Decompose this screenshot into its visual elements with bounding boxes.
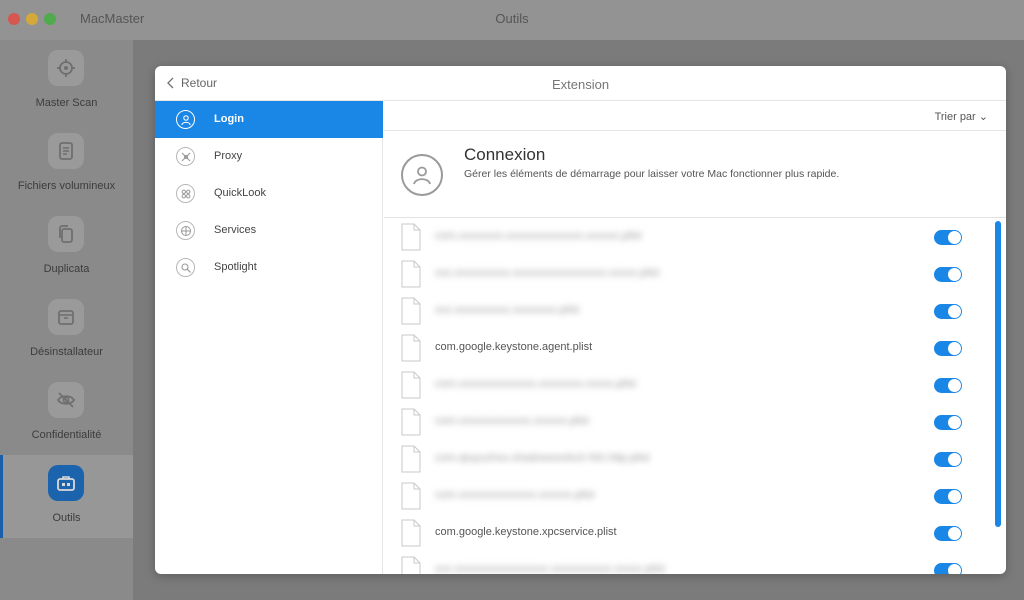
section-title: Connexion (464, 145, 546, 164)
login-items-content: Trier par ⌄ Connexion Gérer les éléments… (384, 101, 1006, 574)
quicklook-icon (176, 184, 195, 203)
sidebar-item-label: Master Scan (35, 97, 98, 109)
eye-off-icon (48, 382, 84, 418)
nav-item-label: Proxy (214, 150, 243, 162)
file-name: xxx.xxxxxxxxxx.xxxxxxxxxxxxxxxxx.xxxxx.p… (435, 267, 660, 279)
section-header: Connexion Gérer les éléments de démarrag… (384, 131, 1006, 218)
enable-toggle[interactable] (934, 341, 962, 356)
copy-icon (48, 216, 84, 252)
sort-dropdown[interactable]: Trier par ⌄ (935, 110, 988, 123)
enable-toggle[interactable] (934, 563, 962, 574)
document-icon (48, 133, 84, 169)
sidebar-item-label: Confidentialité (31, 429, 102, 441)
scrollbar[interactable] (995, 221, 1001, 527)
enable-toggle[interactable] (934, 267, 962, 282)
sidebar-item-uninstaller[interactable]: Désinstallateur (0, 289, 133, 372)
file-name: xxx.xxxxxxxxxx.xxxxxxxx.plist (435, 304, 580, 316)
proxy-icon (176, 147, 195, 166)
sort-bar: Trier par ⌄ (384, 101, 1006, 131)
file-icon (401, 334, 421, 362)
list-item: com.xxxxxxxxxxxxxx.xxxxxxxx.xxxxx.plist (384, 367, 994, 404)
list-item: com.xxxxxxxxxxxxxx.xxxxxx.plist (384, 478, 994, 515)
file-icon (401, 445, 421, 473)
nav-item-label: Login (214, 113, 244, 125)
file-icon (401, 519, 421, 547)
file-name: com.qiuyuzhou.shadowsocksX-NG.http.plist (435, 452, 650, 464)
file-name: com.google.keystone.xpcservice.plist (435, 526, 617, 538)
sidebar-item-large-files[interactable]: Fichiers volumineux (0, 123, 133, 206)
target-icon (48, 50, 84, 86)
login-items-list: com.xxxxxxxx.xxxxxxxxxxxxxx.xxxxxx.plist… (384, 219, 1006, 574)
search-icon (176, 258, 195, 277)
file-name: com.xxxxxxxxxxxxxx.xxxxxxxx.xxxxx.plist (435, 378, 637, 390)
sidebar-item-tools[interactable]: Outils (0, 455, 133, 538)
nav-item-spotlight[interactable]: Spotlight (155, 249, 383, 286)
extension-nav: Login Proxy QuickLook Services Spotlight (155, 101, 383, 574)
file-icon (401, 408, 421, 436)
list-item: com.google.keystone.xpcservice.plist (384, 515, 994, 552)
list-item: xxx.xxxxxxxxxxxxxxxxx.xxxxxxxxxxx.xxxxx.… (384, 552, 994, 574)
package-icon (48, 299, 84, 335)
section-description: Gérer les éléments de démarrage pour lai… (464, 168, 840, 180)
file-name: com.xxxxxxxx.xxxxxxxxxxxxxx.xxxxxx.plist (435, 230, 642, 242)
enable-toggle[interactable] (934, 452, 962, 467)
file-name: com.xxxxxxxxxxxxxx.xxxxxx.plist (435, 489, 595, 501)
nav-item-quicklook[interactable]: QuickLook (155, 175, 383, 212)
enable-toggle[interactable] (934, 304, 962, 319)
file-icon (401, 371, 421, 399)
file-icon (401, 297, 421, 325)
nav-item-label: Spotlight (214, 261, 257, 273)
panel-title: Extension (551, 77, 610, 92)
sidebar-item-label: Duplicata (43, 263, 90, 275)
toolbox-icon (48, 465, 84, 501)
app-sidebar: Master Scan Fichiers volumineux Duplicat… (0, 40, 133, 600)
nav-item-label: QuickLook (214, 187, 266, 199)
sidebar-item-label: Fichiers volumineux (17, 180, 116, 192)
sidebar-item-label: Outils (52, 512, 81, 524)
sidebar-item-master-scan[interactable]: Master Scan (0, 40, 133, 123)
sidebar-item-privacy[interactable]: Confidentialité (0, 372, 133, 455)
file-icon (401, 223, 421, 251)
list-item: com.xxxxxxxxxxxxx.xxxxxx.plist (384, 404, 994, 441)
list-item: com.google.keystone.agent.plist (384, 330, 994, 367)
file-name: xxx.xxxxxxxxxxxxxxxxx.xxxxxxxxxxx.xxxxx.… (435, 563, 665, 574)
file-icon (401, 260, 421, 288)
nav-item-label: Services (214, 224, 257, 236)
enable-toggle[interactable] (934, 230, 962, 245)
window-title: Outils (495, 11, 529, 26)
panel-header: Retour Extension (155, 66, 1006, 101)
nav-item-login[interactable]: Login (155, 101, 383, 138)
file-name: com.xxxxxxxxxxxxx.xxxxxx.plist (435, 415, 590, 427)
file-icon (401, 556, 421, 574)
enable-toggle[interactable] (934, 526, 962, 541)
user-icon (401, 154, 443, 196)
nav-item-services[interactable]: Services (155, 212, 383, 249)
services-icon (176, 221, 195, 240)
file-name: com.google.keystone.agent.plist (435, 341, 593, 353)
sidebar-item-label: Désinstallateur (30, 346, 103, 358)
user-icon (176, 110, 195, 129)
enable-toggle[interactable] (934, 378, 962, 393)
list-item: com.xxxxxxxx.xxxxxxxxxxxxxx.xxxxxx.plist (384, 219, 994, 256)
enable-toggle[interactable] (934, 489, 962, 504)
enable-toggle[interactable] (934, 415, 962, 430)
nav-item-proxy[interactable]: Proxy (155, 138, 383, 175)
list-item: xxx.xxxxxxxxxx.xxxxxxxx.plist (384, 293, 994, 330)
sidebar-item-duplicates[interactable]: Duplicata (0, 206, 133, 289)
file-icon (401, 482, 421, 510)
list-item: com.qiuyuzhou.shadowsocksX-NG.http.plist (384, 441, 994, 478)
list-item: xxx.xxxxxxxxxx.xxxxxxxxxxxxxxxxx.xxxxx.p… (384, 256, 994, 293)
extension-panel: Retour Extension Login Proxy QuickLook S… (155, 66, 1006, 574)
title-bar: MacMaster Outils (0, 0, 1024, 40)
